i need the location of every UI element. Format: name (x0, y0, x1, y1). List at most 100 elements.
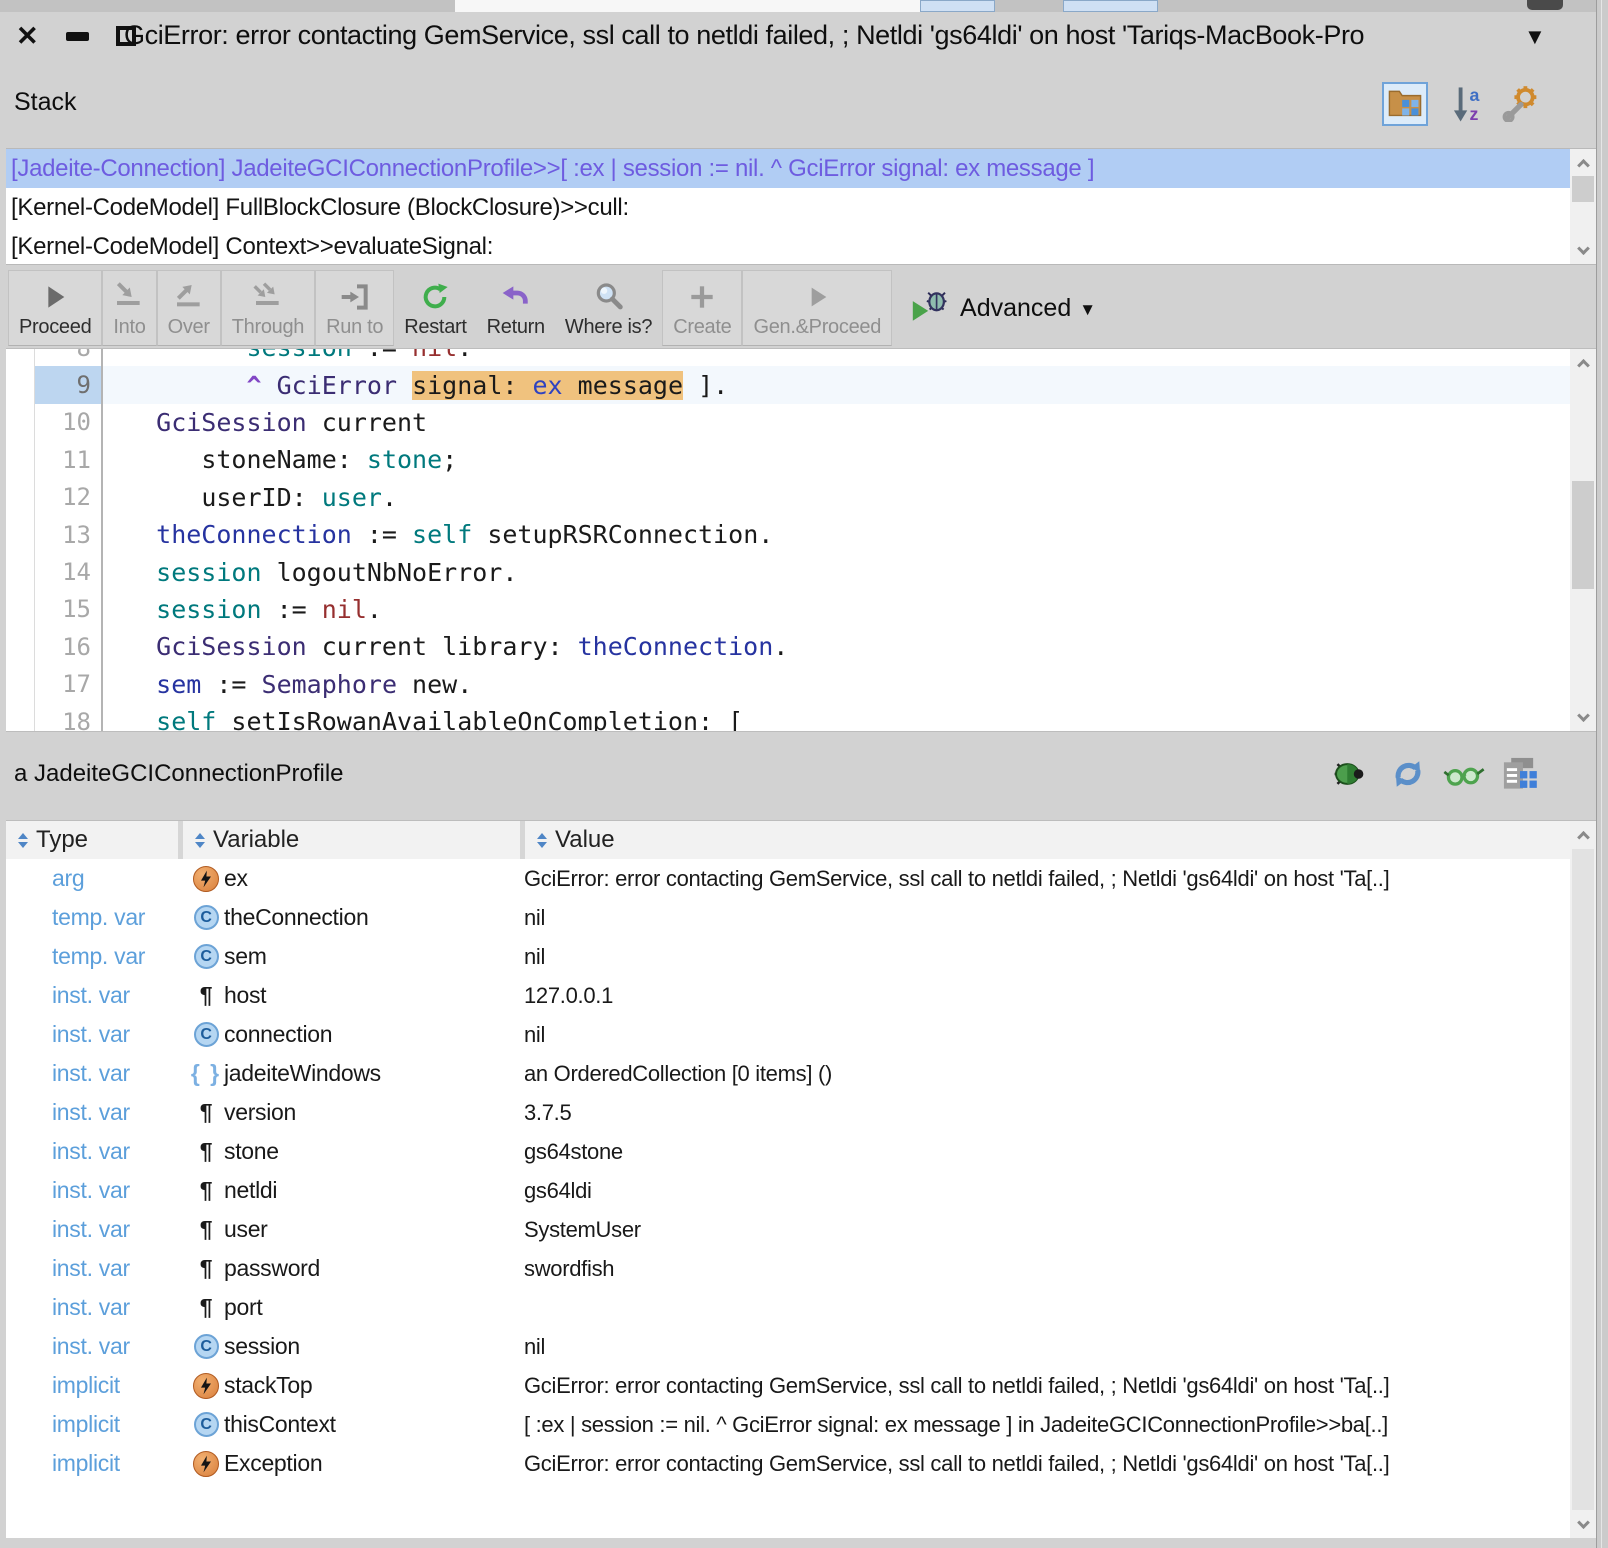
code-line[interactable]: 18 self setIsRowanAvailableOnCompletion:… (6, 703, 1570, 731)
code-line[interactable]: 9 ^ GciError signal: ex message ]. (6, 366, 1570, 403)
advanced-bug-icon (910, 288, 952, 329)
settings-button[interactable] (1500, 84, 1542, 126)
debug-bug-button[interactable] (1328, 756, 1368, 796)
code-line[interactable]: 12 userID: user. (6, 479, 1570, 516)
line-number: 13 (6, 516, 103, 553)
variable-row[interactable]: inst. var¶passwordswordfish (6, 1249, 1570, 1288)
gear-wrench-icon (1502, 84, 1540, 127)
scroll-up-icon[interactable] (1570, 149, 1596, 175)
code-line[interactable]: 14 session logoutNbNoError. (6, 553, 1570, 590)
return-button[interactable]: Return (477, 270, 555, 346)
code-editor[interactable]: 8 session := nil.9 ^ GciError signal: ex… (6, 348, 1596, 732)
column-header-value[interactable]: Value (525, 821, 1570, 859)
scroll-up-icon[interactable] (1570, 821, 1596, 847)
list-view-button[interactable] (1500, 756, 1540, 796)
proceed-icon (38, 278, 72, 316)
variable-row[interactable]: inst. var¶netldigs64ldi (6, 1171, 1570, 1210)
line-number: 11 (6, 441, 103, 478)
code-line[interactable]: 15 session := nil. (6, 591, 1570, 628)
over-button[interactable]: Over (157, 270, 221, 346)
variable-row[interactable]: inst. var¶version3.7.5 (6, 1093, 1570, 1132)
whereis-button[interactable]: Where is? (555, 270, 662, 346)
background-fragment (1063, 0, 1158, 12)
code-text: sem := Semaphore new. (103, 670, 472, 699)
scroll-up-icon[interactable] (1570, 349, 1596, 375)
title-bar: ✕ GciError: error contacting GemService,… (0, 12, 1596, 60)
variable-value: [ :ex | session := nil. ^ GciError signa… (520, 1412, 1570, 1438)
through-button[interactable]: Through (221, 270, 315, 346)
variable-type: inst. var (6, 1060, 178, 1087)
inspect-button[interactable] (1444, 756, 1484, 796)
scroll-down-icon[interactable] (1570, 1512, 1596, 1538)
variable-row[interactable]: temp. varCtheConnectionnil (6, 898, 1570, 937)
scrollbar-thumb[interactable] (1572, 176, 1594, 202)
code-line[interactable]: 16 GciSession current library: theConnec… (6, 628, 1570, 665)
code-line[interactable]: 10 GciSession current (6, 404, 1570, 441)
sort-az-button[interactable]: a z (1448, 84, 1488, 126)
browse-button[interactable] (1382, 82, 1428, 126)
column-header-label: Value (555, 826, 615, 854)
variable-row[interactable]: implicitExceptionGciError: error contact… (6, 1444, 1570, 1483)
column-header-variable[interactable]: Variable (183, 821, 520, 859)
minimize-button[interactable] (66, 32, 89, 41)
genproceed-button[interactable]: Gen.&Proceed (742, 270, 892, 346)
column-header-type[interactable]: Type (6, 821, 178, 859)
class-icon: C (194, 905, 219, 930)
scrollbar-thumb[interactable] (1572, 481, 1594, 589)
variable-row[interactable]: inst. var{ }jadeiteWindowsan OrderedColl… (6, 1054, 1570, 1093)
line-number: 16 (6, 628, 103, 665)
variable-row[interactable]: inst. var¶port (6, 1288, 1570, 1327)
line-number: 15 (6, 591, 103, 628)
background-fragment (1527, 0, 1563, 10)
window-menu-caret-icon[interactable]: ▼ (1524, 24, 1546, 50)
variable-name-cell: ¶password (178, 1255, 520, 1282)
stack-scrollbar[interactable] (1570, 149, 1596, 264)
scroll-down-icon[interactable] (1570, 705, 1596, 731)
runto-icon (338, 278, 372, 316)
variable-row[interactable]: temp. varCsemnil (6, 937, 1570, 976)
advanced-menu[interactable]: Advanced ▼ (910, 270, 1096, 346)
window-title: GciError: error contacting GemService, s… (124, 20, 1364, 51)
variable-row[interactable]: implicitstackTopGciError: error contacti… (6, 1366, 1570, 1405)
runto-button[interactable]: Run to (315, 270, 394, 346)
scroll-down-icon[interactable] (1570, 238, 1596, 264)
code-line[interactable]: 8 session := nil. (6, 349, 1570, 366)
variable-row[interactable]: inst. varCsessionnil (6, 1327, 1570, 1366)
variable-row[interactable]: inst. var¶userSystemUser (6, 1210, 1570, 1249)
variable-value: SystemUser (520, 1217, 1570, 1243)
code-line[interactable]: 17 sem := Semaphore new. (6, 666, 1570, 703)
editor-scrollbar[interactable] (1570, 349, 1596, 731)
code-line[interactable]: 11 stoneName: stone; (6, 441, 1570, 478)
variable-row[interactable]: inst. var¶host127.0.0.1 (6, 976, 1570, 1015)
into-button[interactable]: Into (102, 270, 156, 346)
sort-icon (537, 833, 547, 848)
column-header-label: Variable (213, 826, 299, 854)
variable-name: port (224, 1294, 262, 1321)
create-button[interactable]: Create (662, 270, 742, 346)
refresh-button[interactable] (1388, 756, 1428, 796)
variable-name: connection (224, 1021, 332, 1048)
code-scroll-area[interactable]: 8 session := nil.9 ^ GciError signal: ex… (6, 349, 1570, 731)
variable-row[interactable]: inst. varCconnectionnil (6, 1015, 1570, 1054)
variable-type: inst. var (6, 1177, 178, 1204)
scrollbar-thumb[interactable] (1572, 849, 1594, 1510)
variable-name-cell: ¶port (178, 1294, 520, 1321)
svg-text:z: z (1469, 104, 1478, 123)
table-scrollbar[interactable] (1570, 821, 1596, 1538)
restart-button[interactable]: Restart (394, 270, 476, 346)
glasses-icon (1443, 758, 1485, 795)
code-line[interactable]: 13 theConnection := self setupRSRConnect… (6, 516, 1570, 553)
over-icon (172, 278, 206, 316)
variable-row[interactable]: inst. var¶stonegs64stone (6, 1132, 1570, 1171)
proceed-button[interactable]: Proceed (8, 270, 102, 346)
stack-frame[interactable]: [Kernel-CodeModel] FullBlockClosure (Blo… (6, 188, 1570, 227)
variable-value: GciError: error contacting GemService, s… (520, 866, 1570, 892)
variable-name-cell: CtheConnection (178, 904, 520, 931)
variable-row[interactable]: argexGciError: error contacting GemServi… (6, 859, 1570, 898)
variable-name: netldi (224, 1177, 277, 1204)
stack-frame[interactable]: [Jadeite-Connection] JadeiteGCIConnectio… (6, 149, 1570, 188)
close-button[interactable]: ✕ (16, 23, 39, 50)
variable-row[interactable]: implicitCthisContext[ :ex | session := n… (6, 1405, 1570, 1444)
stack-frame[interactable]: [Kernel-CodeModel] Context>>evaluateSign… (6, 227, 1570, 264)
exception-icon (193, 1451, 219, 1477)
